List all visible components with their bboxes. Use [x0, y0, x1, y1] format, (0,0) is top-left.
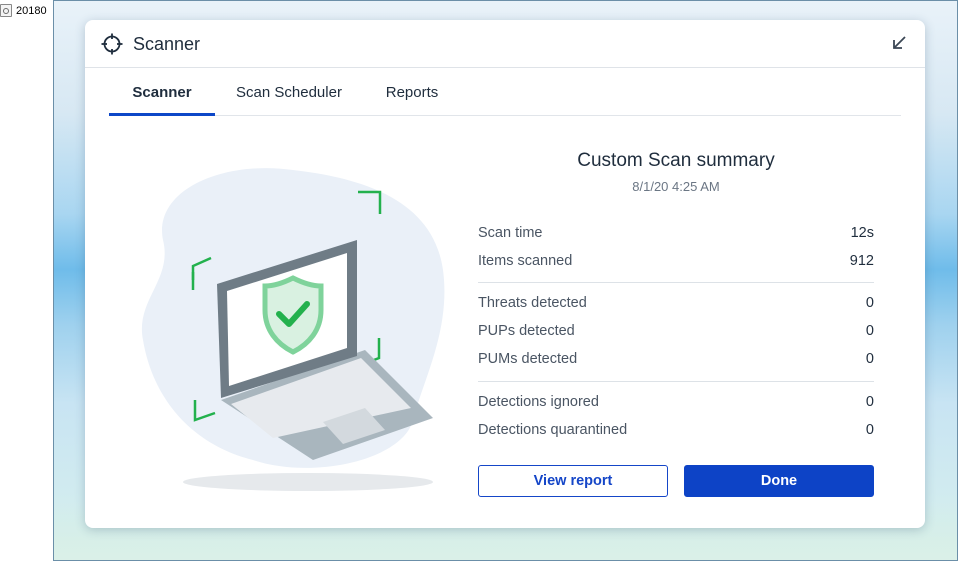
- stat-label: Scan time: [478, 225, 543, 241]
- stat-row-pups: PUPs detected 0: [478, 323, 874, 345]
- stat-label: PUMs detected: [478, 351, 578, 367]
- stat-label: Items scanned: [478, 253, 573, 269]
- tab-scanner[interactable]: Scanner: [109, 68, 215, 116]
- desktop-file-item[interactable]: 20180: [0, 4, 47, 17]
- crosshair-icon: [101, 33, 123, 55]
- stat-label: Detections quarantined: [478, 422, 628, 438]
- dialog-header: Scanner: [85, 20, 925, 68]
- stat-row-pums: PUMs detected 0: [478, 351, 874, 373]
- summary-date: 8/1/20 4:25 AM: [632, 179, 720, 194]
- divider: [478, 282, 874, 283]
- desktop-file-label: 20180: [16, 4, 47, 17]
- scanner-dialog: Scanner Scanner Scan Scheduler Reports C…: [85, 20, 925, 528]
- stat-label: Detections ignored: [478, 394, 599, 410]
- minimize-arrow-icon[interactable]: [889, 33, 909, 53]
- tab-bar: Scanner Scan Scheduler Reports: [109, 68, 901, 116]
- stat-row-ignored: Detections ignored 0: [478, 394, 874, 416]
- stat-row-scan-time: Scan time 12s: [478, 225, 874, 247]
- scan-complete-illustration: [141, 168, 445, 491]
- stat-row-quarantined: Detections quarantined 0: [478, 422, 874, 444]
- stat-value: 0: [865, 394, 874, 410]
- tab-scan-scheduler[interactable]: Scan Scheduler: [231, 68, 347, 115]
- summary-title: Custom Scan summary: [577, 150, 775, 171]
- done-button[interactable]: Done: [684, 465, 874, 497]
- view-report-button[interactable]: View report: [478, 465, 668, 497]
- stat-value: 0: [865, 295, 874, 311]
- dialog-title: Scanner: [133, 34, 201, 54]
- file-icon: [0, 4, 12, 17]
- stat-label: Threats detected: [478, 295, 587, 311]
- stat-value: 0: [865, 323, 874, 339]
- stat-value: 12s: [850, 225, 874, 241]
- stat-value: 0: [865, 351, 874, 367]
- stat-row-items-scanned: Items scanned 912: [478, 253, 874, 275]
- stat-value: 0: [865, 422, 874, 438]
- tab-reports[interactable]: Reports: [377, 68, 447, 115]
- stat-value: 912: [849, 253, 874, 269]
- stat-row-threats: Threats detected 0: [478, 295, 874, 317]
- stat-label: PUPs detected: [478, 323, 575, 339]
- divider: [478, 381, 874, 382]
